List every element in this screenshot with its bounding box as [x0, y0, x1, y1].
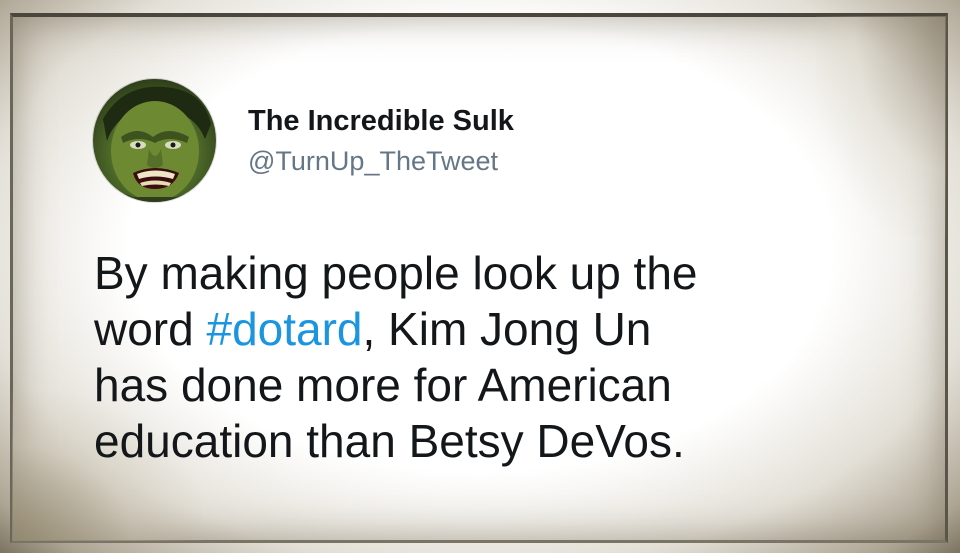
- tweet-text-line: word #dotard, Kim Jong Un: [94, 301, 854, 357]
- tweet-text-line: education than Betsy DeVos.: [94, 415, 685, 467]
- tweet-text-line: By making people look up the: [94, 247, 698, 299]
- author-handle[interactable]: @TurnUp_TheTweet: [248, 144, 514, 178]
- tweet-text-line: has done more for American: [94, 359, 672, 411]
- tweet-text-segment: word: [94, 303, 207, 355]
- hulk-face-avatar-icon[interactable]: [93, 79, 216, 202]
- tweet-text: By making people look up the word #dotar…: [94, 245, 854, 469]
- tweet-author: The Incredible Sulk @TurnUp_TheTweet: [248, 104, 514, 178]
- author-display-name[interactable]: The Incredible Sulk: [248, 104, 514, 138]
- tweet-text-segment: , Kim Jong Un: [362, 303, 652, 355]
- hashtag-link[interactable]: #dotard: [206, 303, 362, 355]
- tweet-card: The Incredible Sulk @TurnUp_TheTweet By …: [0, 0, 960, 553]
